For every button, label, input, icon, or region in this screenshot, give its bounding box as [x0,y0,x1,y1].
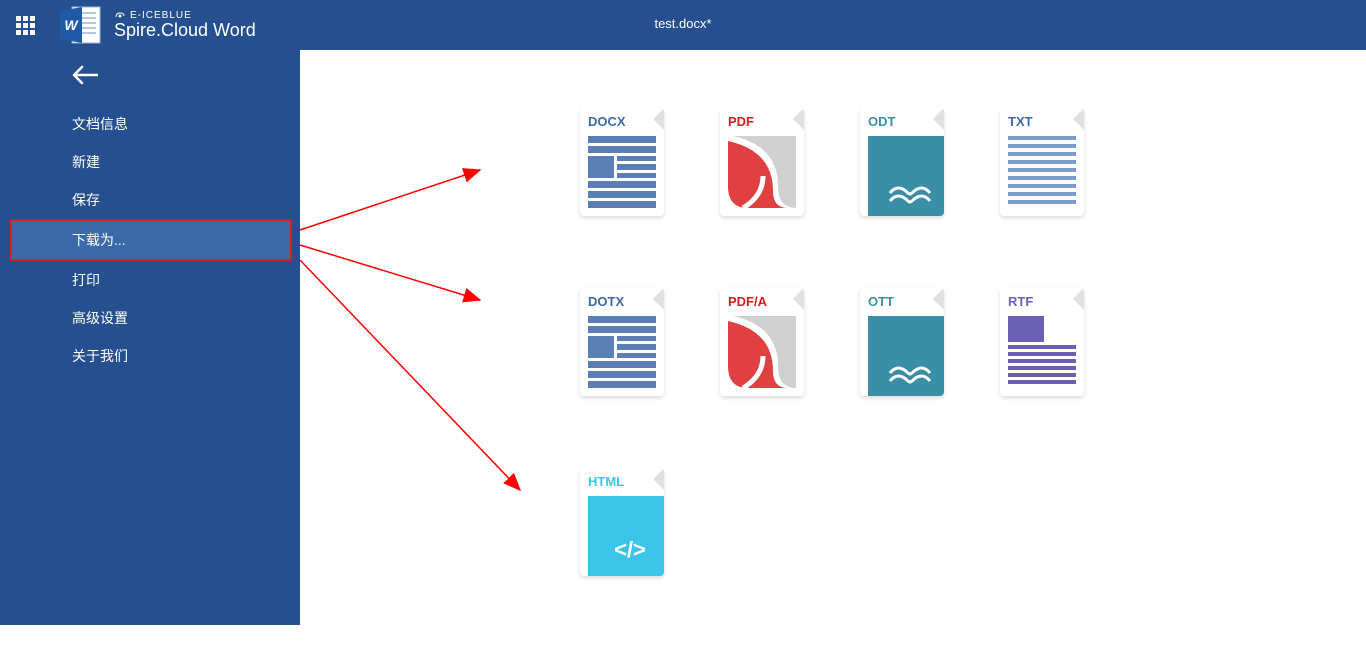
format-html[interactable]: HTML </> [580,468,664,576]
format-label: HTML [588,474,624,489]
format-ott[interactable]: OTT [860,288,944,396]
menu-print[interactable]: 打印 [0,261,300,299]
header: W E-ICEBLUE Spire.Cloud Word test.docx* [0,0,1366,50]
format-label: PDF/A [728,294,767,309]
format-label: OTT [868,294,894,309]
document-name: test.docx* [654,16,711,31]
format-label: DOTX [588,294,624,309]
app-title: Spire.Cloud Word [114,21,256,41]
format-pdfa[interactable]: PDF/A [720,288,804,396]
brand-name: E-ICEBLUE [114,10,256,21]
file-menu-sidebar: 文档信息 新建 保存 下载为... 打印 高级设置 关于我们 [0,50,300,625]
format-label: RTF [1008,294,1033,309]
format-txt[interactable]: TXT [1000,108,1084,216]
format-odt[interactable]: ODT [860,108,944,216]
back-button[interactable] [0,50,300,105]
menu-download-as[interactable]: 下载为... [10,219,292,261]
format-pdf[interactable]: PDF [720,108,804,216]
format-label: TXT [1008,114,1033,129]
format-rtf[interactable]: RTF [1000,288,1084,396]
menu-advanced-settings[interactable]: 高级设置 [0,299,300,337]
menu-save[interactable]: 保存 [0,181,300,219]
format-label: ODT [868,114,895,129]
format-label: PDF [728,114,754,129]
word-logo-icon: W [60,5,104,45]
html-code-icon: </> [588,496,664,576]
svg-text:W: W [64,17,79,33]
format-label: DOCX [588,114,626,129]
menu-about-us[interactable]: 关于我们 [0,337,300,375]
apps-menu-icon[interactable] [0,0,50,50]
format-docx[interactable]: DOCX [580,108,664,216]
menu-document-info[interactable]: 文档信息 [0,105,300,143]
format-grid: DOCX [580,108,1084,648]
content-area: DOCX [300,50,1366,625]
format-dotx[interactable]: DOTX [580,288,664,396]
logo-block: W E-ICEBLUE Spire.Cloud Word [50,5,256,45]
menu-new[interactable]: 新建 [0,143,300,181]
